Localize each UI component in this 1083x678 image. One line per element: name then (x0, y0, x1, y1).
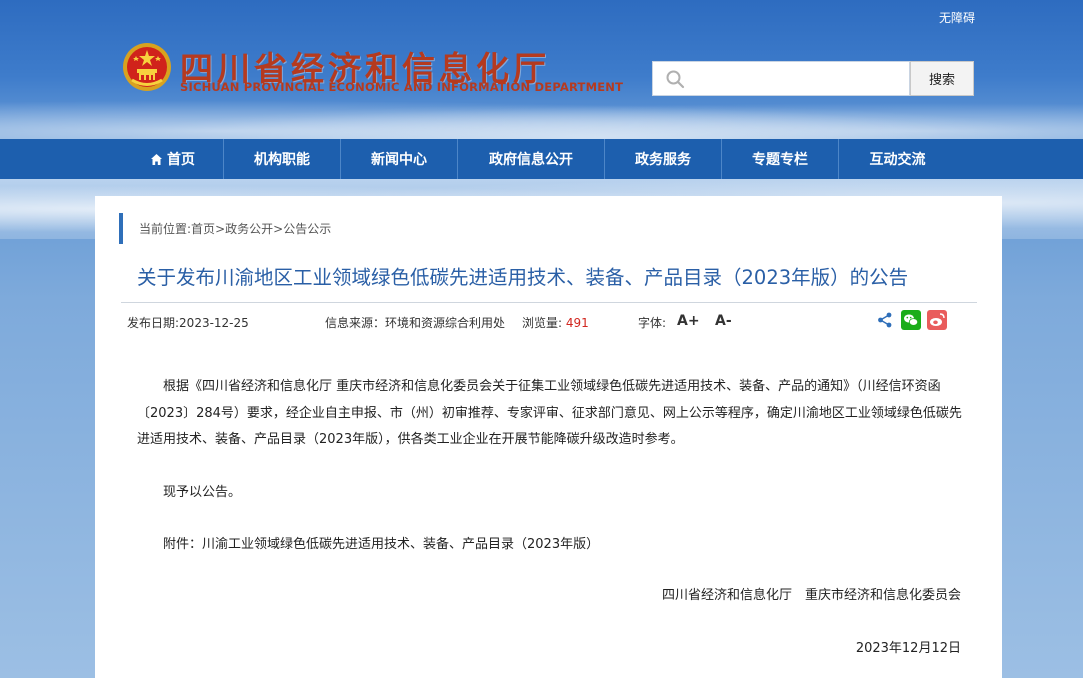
search-box[interactable] (652, 61, 910, 96)
breadcrumb-prefix: 当前位置: (139, 222, 192, 236)
breadcrumb-item-home[interactable]: 首页 (191, 220, 215, 237)
info-source: 信息来源：环境和资源综合利用处 (325, 314, 505, 331)
header-cloud-decoration (0, 95, 1083, 139)
weibo-icon[interactable] (927, 310, 947, 330)
nav-item-label: 首页 (167, 152, 195, 168)
article-signature: 四川省经济和信息化厅 重庆市经济和信息化委员会 (661, 588, 961, 603)
search-input[interactable] (693, 68, 903, 90)
info-source-value: 环境和资源综合利用处 (385, 316, 506, 330)
view-count: 浏览量: 491 (522, 314, 589, 331)
article-title: 关于发布川渝地区工业领域绿色低碳先进适用技术、装备、产品目录（2023年版）的公… (137, 266, 909, 289)
article-meta: 发布日期:2023-12-25 信息来源：环境和资源综合利用处 浏览量: 491… (121, 302, 977, 332)
breadcrumb-separator: > (273, 221, 284, 236)
article-paragraph: 根据《四川省经济和信息化厅 重庆市经济和信息化委员会关于征集工业领域绿色低碳先进… (137, 379, 962, 447)
breadcrumb-separator: > (215, 221, 226, 236)
nav-item-gov-info[interactable]: 政府信息公开 (458, 139, 605, 179)
breadcrumb: 当前位置: 首页 > 政务公开 > 公告公示 (119, 213, 331, 244)
publish-date-value: 2023-12-25 (179, 316, 249, 330)
site-header: 无障碍 四川省经济和信息化厅 SICHUAN PROVINCIAL ECONOM… (0, 0, 1083, 139)
info-source-label: 信息来源： (325, 316, 386, 330)
nav-item-organization[interactable]: 机构职能 (224, 139, 341, 179)
attachment-link[interactable]: 附件：川渝工业领域绿色低碳先进适用技术、装备、产品目录（2023年版） (137, 532, 963, 559)
nav-item-news[interactable]: 新闻中心 (341, 139, 458, 179)
home-icon (151, 153, 162, 165)
view-count-value: 491 (565, 316, 589, 330)
nav-item-home[interactable]: 首页 (122, 139, 224, 179)
font-increase-button[interactable]: A+ (677, 313, 700, 329)
nav-item-interaction[interactable]: 互动交流 (839, 139, 956, 179)
wechat-icon[interactable] (901, 310, 921, 330)
font-decrease-button[interactable]: A- (715, 313, 732, 329)
main-nav: 首页 机构职能 新闻中心 政府信息公开 政务服务 专题专栏 互动交流 (0, 139, 1083, 179)
breadcrumb-item-public-affairs[interactable]: 政务公开 (225, 220, 273, 237)
font-size-label: 字体: (638, 316, 667, 330)
nav-item-topics[interactable]: 专题专栏 (722, 139, 839, 179)
publish-date: 发布日期:2023-12-25 (127, 314, 249, 331)
nav-item-services[interactable]: 政务服务 (605, 139, 722, 179)
share-icon[interactable] (876, 311, 894, 329)
search-icon (666, 70, 685, 89)
article-paragraph: 现予以公告。 (163, 484, 242, 500)
breadcrumb-item-announcements[interactable]: 公告公示 (283, 220, 331, 237)
search-button[interactable]: 搜索 (910, 61, 974, 96)
content-panel: 当前位置: 首页 > 政务公开 > 公告公示 关于发布川渝地区工业领域绿色低碳先… (95, 196, 1002, 678)
site-subtitle: SICHUAN PROVINCIAL ECONOMIC AND INFORMAT… (180, 80, 624, 94)
accessibility-link[interactable]: 无障碍 (939, 9, 975, 26)
article-sign-date: 2023年12月12日 (855, 641, 961, 656)
article-body: 根据《四川省经济和信息化厅 重庆市经济和信息化委员会关于征集工业领域绿色低碳先进… (137, 374, 963, 559)
publish-date-label: 发布日期: (127, 316, 180, 330)
view-count-label: 浏览量: (522, 316, 563, 330)
national-emblem-icon (123, 43, 171, 91)
